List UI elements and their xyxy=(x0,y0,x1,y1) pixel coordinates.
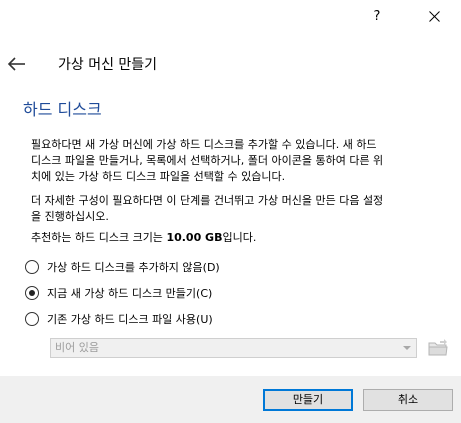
button-bar: 만들기 취소 xyxy=(0,376,461,423)
radio-button-selected[interactable] xyxy=(25,286,39,300)
recommended-size-value: 10.00 GB xyxy=(166,231,223,244)
option-label: 기존 가상 하드 디스크 파일 사용(U) xyxy=(47,313,213,326)
radio-button[interactable] xyxy=(25,260,39,274)
page-title: 하드 디스크 xyxy=(23,100,102,119)
back-button[interactable] xyxy=(6,53,30,75)
option-existing-disk[interactable]: 기존 가상 하드 디스크 파일 사용(U) xyxy=(25,309,213,329)
close-icon xyxy=(428,11,440,22)
recommend-prefix: 추천하는 하드 디스크 크기는 xyxy=(31,231,167,244)
option-create-disk[interactable]: 지금 새 가상 하드 디스크 만들기(C) xyxy=(25,283,212,303)
folder-icon xyxy=(428,339,448,356)
description-line: 치에 있는 가상 하드 디스크 파일을 선택할 수 있습니다. xyxy=(31,170,286,183)
disk-file-select-value: 비어 있음 xyxy=(55,341,99,354)
wizard-title: 가상 머신 만들기 xyxy=(58,57,158,73)
disk-file-select: 비어 있음 xyxy=(50,338,417,358)
description-paragraph: 필요하다면 새 가상 머신에 가상 하드 디스크를 추가할 수 있습니다. 새 … xyxy=(31,137,449,185)
description-paragraph: 더 자세한 구성이 필요하다면 이 단계를 건너뛰고 가상 머신을 만든 다음 … xyxy=(31,193,449,225)
option-no-disk[interactable]: 가상 하드 디스크를 추가하지 않음(D) xyxy=(25,257,220,277)
recommend-suffix: 입니다. xyxy=(222,231,257,244)
help-button[interactable]: ? xyxy=(357,4,397,30)
back-arrow-icon xyxy=(7,57,25,71)
description-line: 디스크 파일을 만들거나, 목록에서 선택하거나, 폴더 아이콘을 통하여 다른… xyxy=(31,154,384,167)
cancel-button[interactable]: 취소 xyxy=(363,389,453,411)
choose-disk-file-button xyxy=(427,337,449,359)
recommended-size-text: 추천하는 하드 디스크 크기는 10.00 GB입니다. xyxy=(31,230,449,246)
close-button[interactable] xyxy=(414,4,454,30)
radio-button[interactable] xyxy=(25,312,39,326)
chevron-down-icon xyxy=(403,346,411,350)
description-line: 더 자세한 구성이 필요하다면 이 단계를 건너뛰고 가상 머신을 만든 다음 … xyxy=(31,194,384,207)
option-label: 지금 새 가상 하드 디스크 만들기(C) xyxy=(47,287,213,300)
description-line: 을 진행하십시오. xyxy=(31,210,109,223)
option-label: 가상 하드 디스크를 추가하지 않음(D) xyxy=(47,261,220,274)
create-button[interactable]: 만들기 xyxy=(263,389,353,411)
description-line: 필요하다면 새 가상 머신에 가상 하드 디스크를 추가할 수 있습니다. 새 … xyxy=(31,138,377,151)
